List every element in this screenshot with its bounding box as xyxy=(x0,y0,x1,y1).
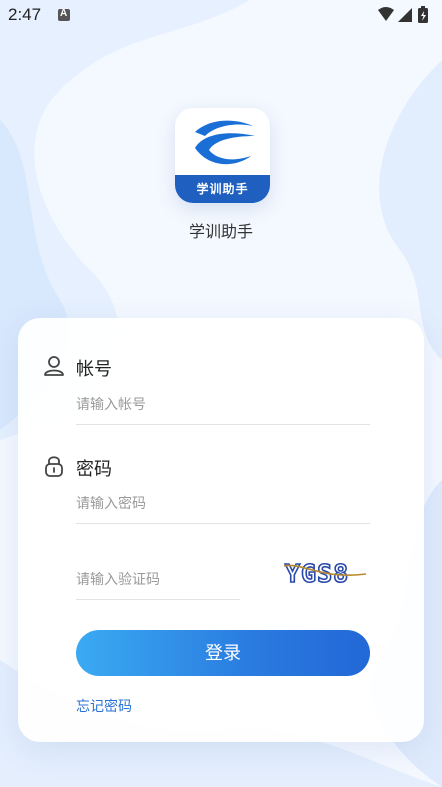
status-bar: 2:47 xyxy=(0,0,442,30)
logo-text: 学训助手 xyxy=(196,182,249,196)
captcha-underline xyxy=(76,599,240,600)
captcha-input[interactable] xyxy=(76,569,236,591)
signal-icon xyxy=(398,8,412,22)
lock-icon xyxy=(45,456,63,477)
battery-icon xyxy=(418,6,428,23)
captcha-text: YGS8 xyxy=(285,559,349,588)
password-label: 密码 xyxy=(76,459,112,480)
status-icons xyxy=(378,6,428,23)
password-underline xyxy=(76,523,370,524)
wifi-icon xyxy=(378,7,394,21)
user-icon xyxy=(44,356,64,376)
app-logo: 学训助手 xyxy=(175,108,270,203)
notification-a-icon xyxy=(58,8,70,21)
password-input[interactable] xyxy=(76,493,368,515)
account-input[interactable] xyxy=(76,394,368,416)
app-name: 学训助手 xyxy=(188,222,253,241)
forgot-password-link[interactable]: 忘记密码 xyxy=(76,696,132,716)
account-underline xyxy=(76,424,370,425)
login-card: 帐号 密码 YGS8 登录 忘记密码 xyxy=(18,318,424,742)
account-label: 帐号 xyxy=(76,359,112,380)
status-time: 2:47 xyxy=(8,5,42,24)
captcha-image[interactable]: YGS8 xyxy=(282,556,368,590)
logo-wave-icon xyxy=(195,120,255,165)
login-button[interactable]: 登录 xyxy=(76,630,370,676)
